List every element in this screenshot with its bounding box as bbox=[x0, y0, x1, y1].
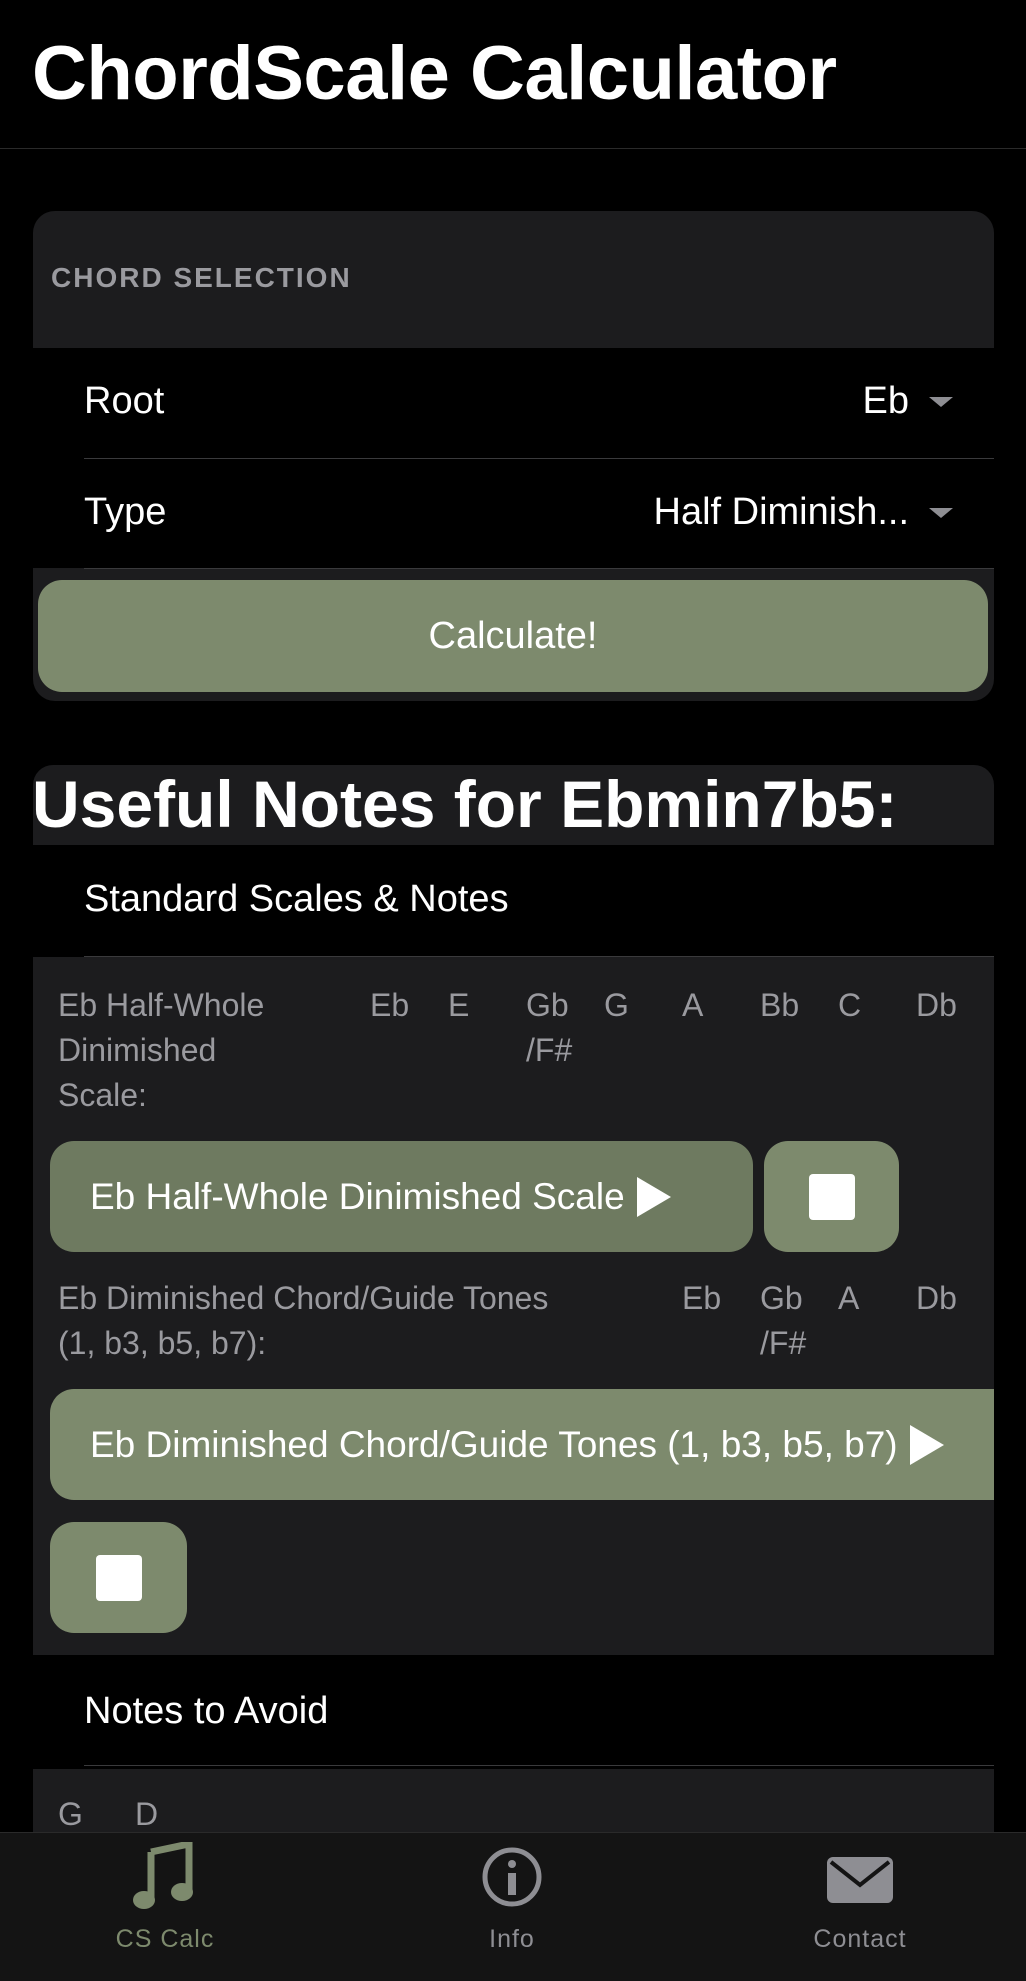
scale2-note: Gb /F# bbox=[760, 1280, 807, 1361]
play-icon bbox=[636, 1176, 671, 1217]
scale1-label: Eb Half-Whole Dinimished Scale: bbox=[58, 987, 265, 1113]
scale1-note: G bbox=[604, 987, 629, 1023]
play-scale1-button[interactable]: Eb Half-Whole Dinimished Scale bbox=[50, 1141, 753, 1252]
tab-contact[interactable]: Contact bbox=[760, 1842, 960, 1954]
play-icon bbox=[909, 1424, 944, 1465]
scale1-note: A bbox=[682, 987, 704, 1023]
root-row[interactable]: Root Eb bbox=[33, 348, 994, 458]
type-row[interactable]: Type Half Diminish... bbox=[33, 459, 994, 569]
calculate-button[interactable]: Calculate! bbox=[38, 580, 988, 692]
avoid-note: G bbox=[58, 1796, 83, 1832]
play-scale2-button[interactable]: Eb Diminished Chord/Guide Tones (1, b3, … bbox=[50, 1389, 994, 1500]
root-value: Eb bbox=[862, 380, 909, 422]
tab-label: Contact bbox=[813, 1925, 907, 1953]
stop-scale1-button[interactable] bbox=[764, 1141, 899, 1252]
tab-label: CS Calc bbox=[115, 1925, 215, 1953]
notes-to-avoid-label: Notes to Avoid bbox=[84, 1690, 329, 1732]
divider bbox=[84, 1765, 994, 1766]
chord-selection-header: CHORD SELECTION bbox=[51, 262, 352, 293]
chevron-down-icon bbox=[929, 507, 953, 518]
music-note-icon bbox=[133, 1839, 193, 1909]
scale1-note: Eb bbox=[370, 987, 410, 1023]
type-value: Half Diminish... bbox=[653, 491, 910, 533]
root-label: Root bbox=[84, 380, 165, 422]
avoid-note: D bbox=[135, 1796, 159, 1832]
root-picker[interactable]: Eb bbox=[863, 380, 953, 423]
scale2-note: Eb bbox=[682, 1280, 722, 1316]
scale2-label: Eb Diminished Chord/Guide Tones (1, b3, … bbox=[58, 1280, 549, 1361]
scale2-note: Db bbox=[916, 1280, 957, 1316]
info-icon bbox=[482, 1847, 542, 1907]
results-title: Useful Notes for Ebmin7b5: bbox=[32, 767, 898, 841]
chevron-down-icon bbox=[929, 396, 953, 407]
play-scale1-label: Eb Half-Whole Dinimished Scale bbox=[90, 1175, 625, 1217]
type-picker[interactable]: Half Diminish... bbox=[653, 491, 953, 534]
type-label: Type bbox=[84, 491, 167, 533]
scale2-note: A bbox=[838, 1280, 860, 1316]
stop-icon bbox=[95, 1554, 142, 1601]
divider bbox=[84, 568, 994, 569]
tab-label: Info bbox=[489, 1925, 535, 1953]
stop-icon bbox=[808, 1173, 855, 1220]
tab-cs-calc[interactable]: CS Calc bbox=[65, 1839, 265, 1954]
tab-info[interactable]: Info bbox=[412, 1842, 612, 1954]
scale1-note: Bb bbox=[760, 987, 800, 1023]
title-divider bbox=[0, 148, 1026, 149]
stop-scale2-button[interactable] bbox=[50, 1522, 187, 1633]
scale1-note: Gb /F# bbox=[526, 987, 573, 1068]
scale1-note: C bbox=[838, 987, 862, 1023]
standard-scales-label: Standard Scales & Notes bbox=[84, 878, 509, 920]
play-scale2-label: Eb Diminished Chord/Guide Tones (1, b3, … bbox=[90, 1423, 898, 1465]
scale1-note: Db bbox=[916, 987, 957, 1023]
scale1-note: E bbox=[448, 987, 470, 1023]
page-title: ChordScale Calculator bbox=[32, 31, 837, 116]
envelope-icon bbox=[827, 1857, 893, 1903]
